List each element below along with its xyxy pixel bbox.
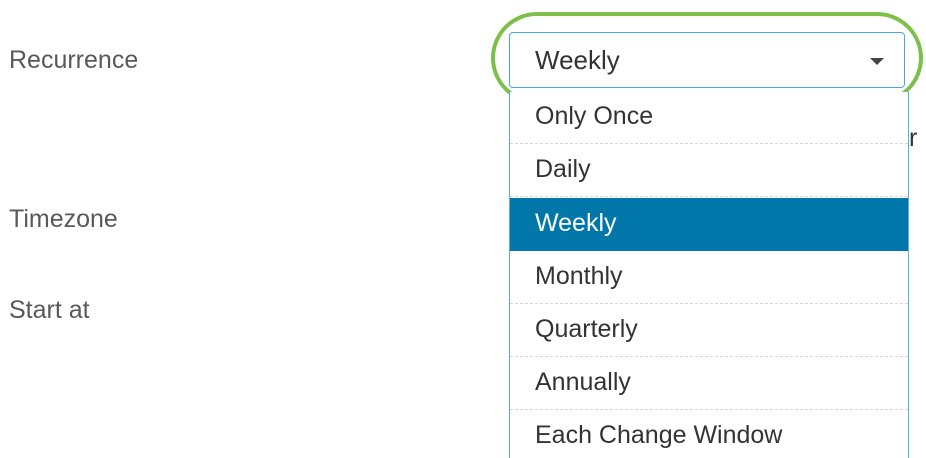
recurrence-dropdown-list: Only Once Daily Weekly Monthly Quarterly… [509, 92, 909, 458]
recurrence-select-value: Weekly [535, 45, 620, 75]
timezone-label: Timezone [9, 205, 118, 233]
option-label: Monthly [535, 262, 623, 290]
option-label: Quarterly [535, 315, 638, 343]
option-monthly[interactable]: Monthly [510, 251, 908, 304]
option-label: Daily [535, 155, 591, 183]
option-only-once[interactable]: Only Once [510, 92, 908, 144]
recurrence-label: Recurrence [9, 46, 139, 74]
recurrence-select[interactable]: Weekly [509, 32, 905, 88]
recurrence-settings-panel: Recurrence Timezone Start at Weekly Only… [0, 0, 926, 458]
option-each-change-window[interactable]: Each Change Window [510, 410, 908, 458]
option-daily[interactable]: Daily [510, 144, 908, 197]
option-weekly[interactable]: Weekly [510, 198, 908, 251]
start-at-label: Start at [9, 296, 90, 324]
option-annually[interactable]: Annually [510, 357, 908, 410]
option-label: Only Once [535, 102, 654, 130]
option-quarterly[interactable]: Quarterly [510, 304, 908, 357]
clipped-text-fragment: r [909, 124, 918, 152]
option-label: Each Change Window [535, 421, 783, 449]
option-label: Weekly [535, 209, 617, 237]
caret-down-icon [870, 58, 884, 65]
option-label: Annually [535, 368, 631, 396]
